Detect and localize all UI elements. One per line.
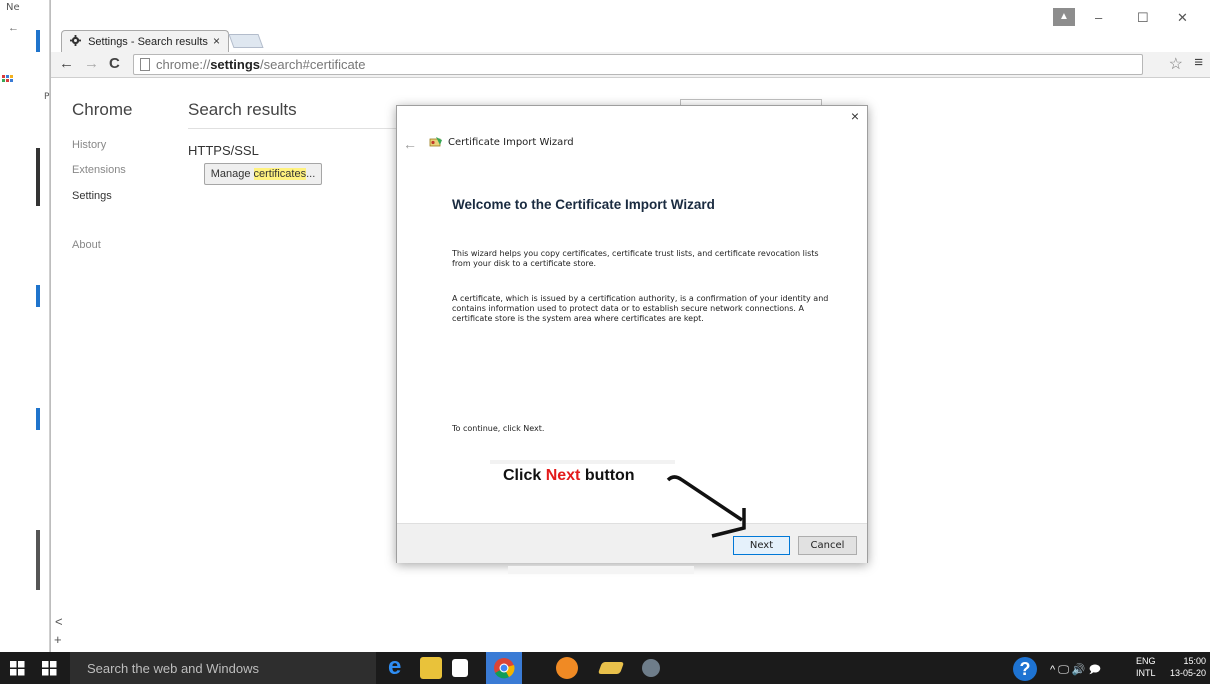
windows-start-icon[interactable] xyxy=(10,661,25,676)
folder-app-icon[interactable] xyxy=(597,662,625,674)
help-icon[interactable]: ? xyxy=(1013,657,1037,681)
nav-item-history[interactable]: History xyxy=(72,139,106,151)
reload-button[interactable]: C xyxy=(109,55,120,72)
title-bar: Settings - Search results × ▲ – ☐ ✕ xyxy=(51,0,1210,52)
gear-icon xyxy=(70,35,81,46)
language-indicator[interactable]: ENG INTL xyxy=(1136,655,1156,679)
bookmark-star-icon[interactable]: ☆ xyxy=(1169,54,1183,74)
background-accent-bar xyxy=(36,30,40,52)
annotation-strip xyxy=(508,566,694,574)
chrome-menu-icon[interactable]: ≡ xyxy=(1194,54,1203,71)
manage-certificates-button[interactable]: Manage certificates... xyxy=(204,163,322,185)
browser-toolbar: ← → C chrome://settings/search#certifica… xyxy=(51,52,1210,78)
certificate-import-dialog: × ← Certificate Import Wizard Welcome to… xyxy=(396,105,868,563)
background-window-side-text: P xyxy=(44,92,50,102)
language-line-2: INTL xyxy=(1136,668,1156,678)
annotation-arrow-icon xyxy=(666,475,746,538)
close-window-button[interactable]: ✕ xyxy=(1177,10,1188,26)
page-icon xyxy=(140,58,150,71)
new-tab-button[interactable] xyxy=(228,34,264,48)
url-host: settings xyxy=(210,57,261,72)
page-title: Search results xyxy=(188,100,297,119)
taskbar-search-input[interactable]: Search the web and Windows xyxy=(70,652,376,684)
chrome-taskbar-slot[interactable] xyxy=(486,652,522,684)
manage-button-prefix: Manage xyxy=(210,168,254,180)
clock-time: 15:00 xyxy=(1183,656,1206,666)
background-back-icon: ← xyxy=(8,22,19,34)
windows-logo-icon[interactable] xyxy=(42,661,57,676)
maximize-button[interactable]: ☐ xyxy=(1137,10,1149,26)
clock-date: 13-05-20 xyxy=(1170,668,1207,678)
wizard-paragraph-2: A certificate, which is issued by a cert… xyxy=(452,294,829,323)
tab-close-icon[interactable]: × xyxy=(213,34,220,48)
divider xyxy=(188,128,408,129)
windows-taskbar: Search the web and Windows e ? ^ 🖵 🔊 🗩 E… xyxy=(0,652,1210,684)
nav-item-about[interactable]: About xyxy=(72,239,101,251)
nav-item-extensions[interactable]: Extensions xyxy=(72,164,126,176)
dialog-title: Certificate Import Wizard xyxy=(448,137,574,148)
minimize-button[interactable]: – xyxy=(1095,10,1102,25)
firefox-icon[interactable] xyxy=(556,657,578,679)
store-icon[interactable] xyxy=(452,659,468,677)
certificate-wizard-icon xyxy=(429,137,442,147)
tab-settings[interactable]: Settings - Search results × xyxy=(61,30,229,52)
background-accent-bar xyxy=(36,408,40,430)
manage-button-suffix: ... xyxy=(306,168,316,180)
url-path: /search#certificate xyxy=(260,57,366,72)
scroll-left-icon[interactable]: < xyxy=(55,614,63,629)
back-button[interactable]: ← xyxy=(59,55,74,72)
wizard-paragraph-1: This wizard helps you copy certificates,… xyxy=(452,249,819,268)
system-tray-icons[interactable]: ^ 🖵 🔊 🗩 xyxy=(1050,661,1101,680)
move-icon[interactable]: + xyxy=(54,632,62,647)
apps-grid-icon[interactable] xyxy=(2,74,14,84)
section-title: HTTPS/SSL xyxy=(188,143,259,158)
annotation-highlight: Next xyxy=(545,467,581,484)
dialog-footer: Next Cancel xyxy=(397,523,867,563)
cancel-button[interactable]: Cancel xyxy=(798,536,857,555)
nav-title: Chrome xyxy=(72,100,133,119)
background-window-title: Ne xyxy=(6,2,20,13)
forward-button[interactable]: → xyxy=(84,55,99,72)
background-accent-bar xyxy=(36,530,40,590)
annotation-prefix: Click xyxy=(503,467,546,484)
user-icon[interactable]: ▲ xyxy=(1053,8,1075,26)
language-line-1: ENG xyxy=(1136,656,1156,666)
file-explorer-icon[interactable] xyxy=(420,657,442,679)
wizard-continue-text: To continue, click Next. xyxy=(452,424,545,433)
background-window: Ne ← P xyxy=(0,0,50,652)
url-prefix: chrome:// xyxy=(156,57,211,72)
nav-item-settings[interactable]: Settings xyxy=(72,190,112,202)
address-bar[interactable]: chrome://settings/search#certificate xyxy=(133,54,1143,75)
dialog-back-button[interactable]: ← xyxy=(403,136,417,152)
background-accent-bar xyxy=(36,285,40,307)
manage-button-highlight: certificates xyxy=(253,168,307,180)
wizard-heading: Welcome to the Certificate Import Wizard xyxy=(452,197,715,212)
annotation-text: Click Next button xyxy=(503,467,635,485)
annotation-suffix: button xyxy=(580,467,635,484)
tab-title: Settings - Search results xyxy=(88,36,208,48)
background-accent-bar xyxy=(36,148,40,206)
clock[interactable]: 15:00 13-05-20 xyxy=(1170,655,1206,679)
edge-icon[interactable]: e xyxy=(388,655,410,679)
annotation-background xyxy=(490,460,675,464)
paint-icon[interactable] xyxy=(642,659,660,677)
dialog-close-button[interactable]: × xyxy=(851,108,859,124)
chrome-icon xyxy=(494,658,515,679)
